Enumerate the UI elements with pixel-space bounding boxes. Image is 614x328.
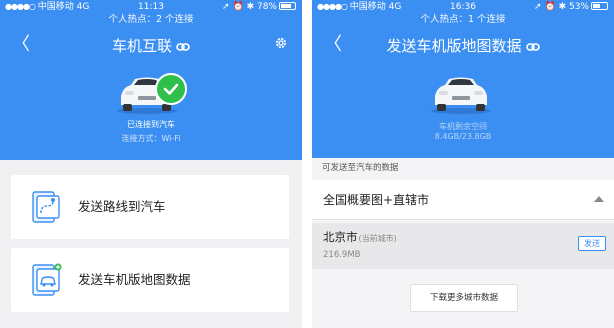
collapse-triangle-icon[interactable]: [594, 196, 604, 202]
send-map-data-card[interactable]: 发送车机版地图数据: [11, 248, 289, 312]
car-icon: [431, 77, 491, 114]
hotspot-banner[interactable]: 个人热点：1 个连接: [312, 13, 614, 26]
nav-bar: 〈 发送车机版地图数据: [312, 32, 614, 60]
card-label: 发送车机版地图数据: [78, 272, 191, 287]
settings-gear-icon[interactable]: [274, 36, 288, 50]
battery-percent: 78%: [256, 2, 277, 12]
location-icon: ➚: [222, 2, 230, 12]
car-connect-screen: ●●●●○ 中国移动 4G 11:13 ➚ ⏰ ✱ 78% 个人热点：2 个连接…: [0, 0, 302, 328]
status-bar: ●●●●○ 中国移动 4G 16:36 ➚ ⏰ ✱ 53%: [312, 0, 614, 14]
overview-row[interactable]: 全国概要图+直辖市: [312, 180, 614, 220]
nav-bar: 〈 车机互联: [0, 32, 302, 60]
connection-mode-text: 连接方式：Wi-Fi: [121, 134, 181, 143]
send-route-icon: [32, 191, 60, 223]
overview-row-label: 全国概要图+直辖市: [323, 193, 430, 207]
bluetooth-icon: ✱: [558, 2, 567, 12]
send-map-data-screen: ●●●●○ 中国移动 4G 16:36 ➚ ⏰ ✱ 53% 个人热点：1 个连接…: [312, 0, 614, 328]
status-right: ➚ ⏰ ✱ 53%: [534, 0, 608, 14]
bluetooth-icon: ✱: [246, 2, 255, 12]
alarm-icon: ⏰: [544, 2, 556, 12]
screen-divider: [302, 0, 312, 328]
status-right: ➚ ⏰ ✱ 78%: [222, 0, 296, 14]
battery-icon: [279, 2, 296, 10]
alarm-icon: ⏰: [232, 2, 244, 12]
header-panel: ●●●●○ 中国移动 4G 11:13 ➚ ⏰ ✱ 78% 个人热点：2 个连接…: [0, 0, 302, 160]
status-bar: ●●●●○ 中国移动 4G 11:13 ➚ ⏰ ✱ 78%: [0, 0, 302, 14]
link-icon: [176, 42, 190, 51]
city-row[interactable]: 北京市(当前城市) 216.9MB 发送: [312, 223, 614, 269]
battery-percent: 53%: [568, 2, 589, 12]
link-icon: [525, 42, 540, 51]
location-icon: ➚: [534, 2, 542, 12]
hotspot-banner[interactable]: 个人热点：2 个连接: [0, 13, 302, 26]
page-title: 发送车机版地图数据: [312, 35, 614, 57]
city-size: 216.9MB: [323, 250, 361, 260]
car-status-text: 已连接到汽车: [127, 120, 175, 129]
city-name: 北京市(当前城市): [323, 230, 397, 244]
send-route-card[interactable]: 发送路线到汽车: [11, 175, 289, 239]
header-panel: ●●●●○ 中国移动 4G 16:36 ➚ ⏰ ✱ 53% 个人热点：1 个连接…: [312, 0, 614, 158]
page-title: 车机互联: [0, 35, 302, 57]
storage-label: 车机剩余空间: [439, 122, 487, 131]
section-label: 可发送至汽车的数据: [322, 163, 399, 173]
storage-value: 8.4GB/23.8GB: [434, 132, 492, 141]
current-city-note: (当前城市): [358, 234, 397, 243]
battery-icon: [591, 2, 608, 10]
send-button[interactable]: 发送: [578, 236, 606, 251]
download-more-button[interactable]: 下载更多城市数据: [410, 284, 518, 312]
card-label: 发送路线到汽车: [78, 199, 166, 214]
connected-check-icon: [155, 73, 187, 105]
map-data-car-icon: [32, 263, 62, 296]
